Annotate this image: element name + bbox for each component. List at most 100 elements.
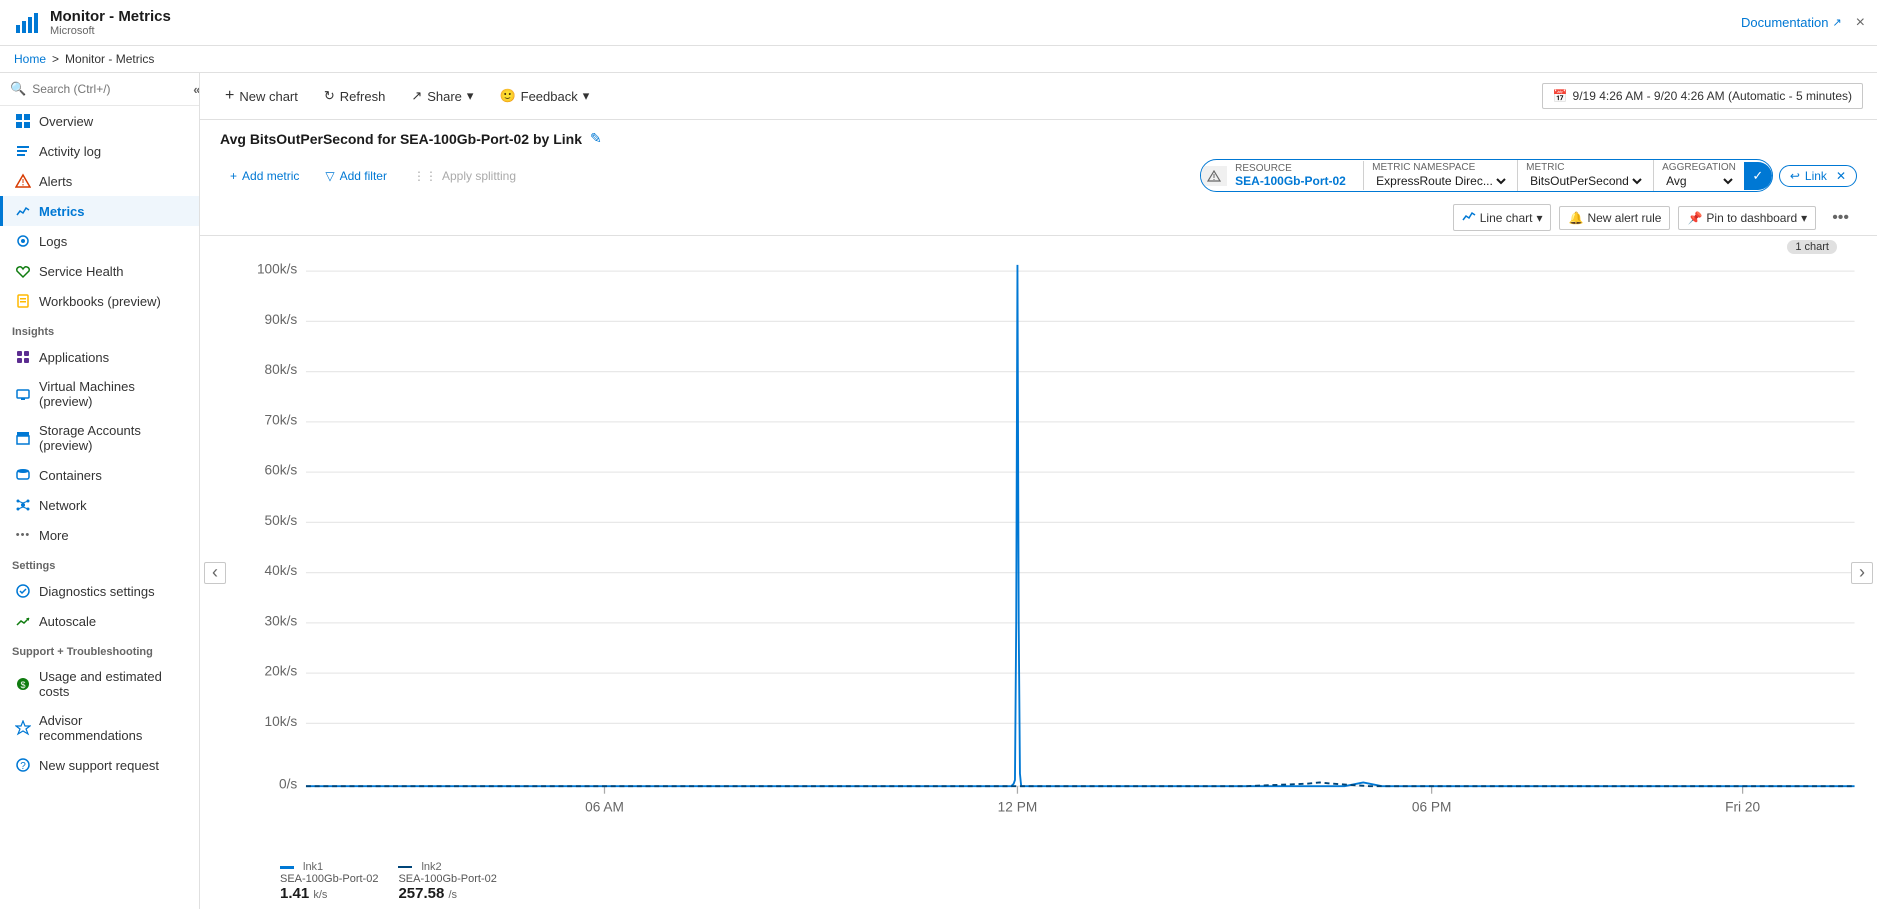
time-range-button[interactable]: 📅 9/19 4:26 AM - 9/20 4:26 AM (Automatic… [1542, 83, 1863, 109]
sidebar-item-workbooks[interactable]: Workbooks (preview) [0, 286, 199, 316]
sidebar-item-alerts[interactable]: Alerts [0, 166, 199, 196]
sidebar-item-label: Workbooks (preview) [39, 294, 161, 309]
new-alert-rule-button[interactable]: 🔔 New alert rule [1559, 206, 1670, 230]
toolbar: + New chart ↻ Refresh ↗ Share ▾ 🙂 Feedba… [200, 73, 1877, 120]
sidebar-item-label: More [39, 528, 69, 543]
close-button[interactable]: × [1856, 14, 1865, 32]
namespace-select[interactable]: ExpressRoute Direc... [1372, 173, 1509, 189]
support-section-label: Support + Troubleshooting [0, 636, 199, 662]
external-link-icon: ↗ [1832, 16, 1841, 29]
alert-icon: 🔔 [1568, 211, 1583, 225]
resource-input[interactable] [1235, 174, 1355, 188]
sidebar-item-label: Logs [39, 234, 67, 249]
svg-text:100k/s: 100k/s [257, 262, 297, 277]
chart-title-edit-icon[interactable]: ✎ [590, 130, 602, 147]
aggregation-select[interactable]: Avg [1662, 173, 1736, 189]
breadcrumb-home[interactable]: Home [14, 52, 46, 66]
metric-confirm-button[interactable]: ✓ [1744, 162, 1772, 190]
metric-link-pill[interactable]: ↩ Link ✕ [1779, 165, 1857, 187]
chart-actions: Line chart ▾ 🔔 New alert rule 📌 Pin to d… [200, 200, 1877, 236]
metric-link-close-button[interactable]: ✕ [1836, 169, 1846, 183]
breadcrumb: Home > Monitor - Metrics [0, 46, 1877, 73]
collapse-sidebar-button[interactable]: « [193, 82, 200, 97]
metric-select[interactable]: BitsOutPerSecond [1526, 173, 1645, 189]
line-chart-chevron-icon: ▾ [1536, 211, 1542, 225]
service-health-icon [15, 263, 31, 279]
sidebar-search-input[interactable] [32, 82, 187, 96]
sidebar-item-virtual-machines[interactable]: Virtual Machines (preview) [0, 372, 199, 416]
legend-lnk1-label: lnk1 [303, 861, 323, 873]
sidebar-item-label: Alerts [39, 174, 72, 189]
link-arrow-icon: ↩ [1790, 169, 1800, 183]
svg-text:30k/s: 30k/s [265, 613, 298, 628]
legend-item-lnk1: lnk1 SEA-100Gb-Port-02 1.41 k/s [280, 861, 378, 902]
more-icon: ••• [15, 527, 31, 543]
sidebar-item-activity-log[interactable]: Activity log [0, 136, 199, 166]
sidebar-item-label: Diagnostics settings [39, 584, 155, 599]
sidebar-item-overview[interactable]: Overview [0, 106, 199, 136]
sidebar-item-applications[interactable]: Applications [0, 342, 199, 372]
alerts-icon [15, 173, 31, 189]
apply-splitting-button[interactable]: ⋮⋮ Apply splitting [403, 164, 526, 188]
sidebar-item-more[interactable]: ••• More [0, 520, 199, 550]
feedback-button[interactable]: 🙂 Feedback ▾ [488, 82, 600, 110]
sidebar-item-label: Metrics [39, 204, 85, 219]
sidebar-item-label: Service Health [39, 264, 124, 279]
new-chart-button[interactable]: + New chart [214, 81, 309, 111]
chart-more-button[interactable]: ••• [1824, 205, 1857, 231]
chart-nav-right-button[interactable]: › [1851, 562, 1873, 584]
advisor-icon [15, 720, 31, 736]
sidebar-item-network[interactable]: Network [0, 490, 199, 520]
sidebar-item-service-health[interactable]: Service Health [0, 256, 199, 286]
sidebar-item-advisor[interactable]: Advisor recommendations [0, 706, 199, 750]
svg-text:40k/s: 40k/s [265, 563, 298, 578]
svg-text:90k/s: 90k/s [265, 312, 298, 327]
svg-text:06 PM: 06 PM [1412, 799, 1452, 814]
documentation-link[interactable]: Documentation ↗ [1741, 15, 1842, 30]
sidebar-item-label: Containers [39, 468, 102, 483]
sidebar-item-storage-accounts[interactable]: Storage Accounts (preview) [0, 416, 199, 460]
share-chevron-icon: ▾ [467, 88, 474, 104]
share-button[interactable]: ↗ Share ▾ [400, 82, 484, 110]
pin-chevron-icon: ▾ [1801, 211, 1807, 225]
sidebar-item-support-request[interactable]: ? New support request [0, 750, 199, 780]
metric-field: METRIC BitsOutPerSecond [1518, 160, 1654, 191]
svg-text:Fri 20: Fri 20 [1725, 799, 1760, 814]
support-request-icon: ? [15, 757, 31, 773]
refresh-button[interactable]: ↻ Refresh [313, 82, 396, 110]
sidebar-item-label: Storage Accounts (preview) [39, 423, 187, 453]
sidebar-item-logs[interactable]: Logs [0, 226, 199, 256]
logs-icon [15, 233, 31, 249]
pin-icon: 📌 [1687, 211, 1702, 225]
sidebar-item-metrics[interactable]: Metrics [0, 196, 199, 226]
svg-text:80k/s: 80k/s [265, 362, 298, 377]
add-filter-button[interactable]: ▽ Add filter [315, 164, 397, 188]
workbooks-icon [15, 293, 31, 309]
add-metric-button[interactable]: + Add metric [220, 164, 309, 188]
metric-select-group: RESOURCE METRIC NAMESPACE ExpressRoute D… [1227, 160, 1744, 191]
app-icon [12, 9, 40, 37]
sidebar-item-containers[interactable]: Containers [0, 460, 199, 490]
sidebar-item-label: Applications [39, 350, 109, 365]
app-title: Monitor - Metrics Microsoft [50, 8, 171, 37]
metric-pill: RESOURCE METRIC NAMESPACE ExpressRoute D… [1200, 159, 1773, 192]
pin-to-dashboard-button[interactable]: 📌 Pin to dashboard ▾ [1678, 206, 1816, 230]
line-chart-button[interactable]: Line chart ▾ [1453, 204, 1552, 231]
split-icon: ⋮⋮ [413, 169, 437, 183]
breadcrumb-separator: > [52, 52, 59, 66]
sidebar-item-usage-costs[interactable]: $ Usage and estimated costs [0, 662, 199, 706]
chart-svg: 100k/s 90k/s 80k/s 70k/s 60k/s 50k/s 40k… [250, 246, 1867, 849]
line-chart-icon [1462, 209, 1476, 226]
svg-text:60k/s: 60k/s [265, 463, 298, 478]
breadcrumb-current: Monitor - Metrics [65, 52, 154, 66]
legend-lnk1-resource: SEA-100Gb-Port-02 [280, 873, 378, 885]
svg-text:20k/s: 20k/s [265, 664, 298, 679]
chart-nav-left-button[interactable]: ‹ [204, 562, 226, 584]
sidebar-item-diagnostics[interactable]: Diagnostics settings [0, 576, 199, 606]
app-title-sub: Microsoft [50, 25, 171, 37]
feedback-chevron-icon: ▾ [583, 88, 590, 104]
insights-section-label: Insights [0, 316, 199, 342]
autoscale-icon [15, 613, 31, 629]
chart-line-lnk1 [306, 265, 1855, 786]
sidebar-item-autoscale[interactable]: Autoscale [0, 606, 199, 636]
